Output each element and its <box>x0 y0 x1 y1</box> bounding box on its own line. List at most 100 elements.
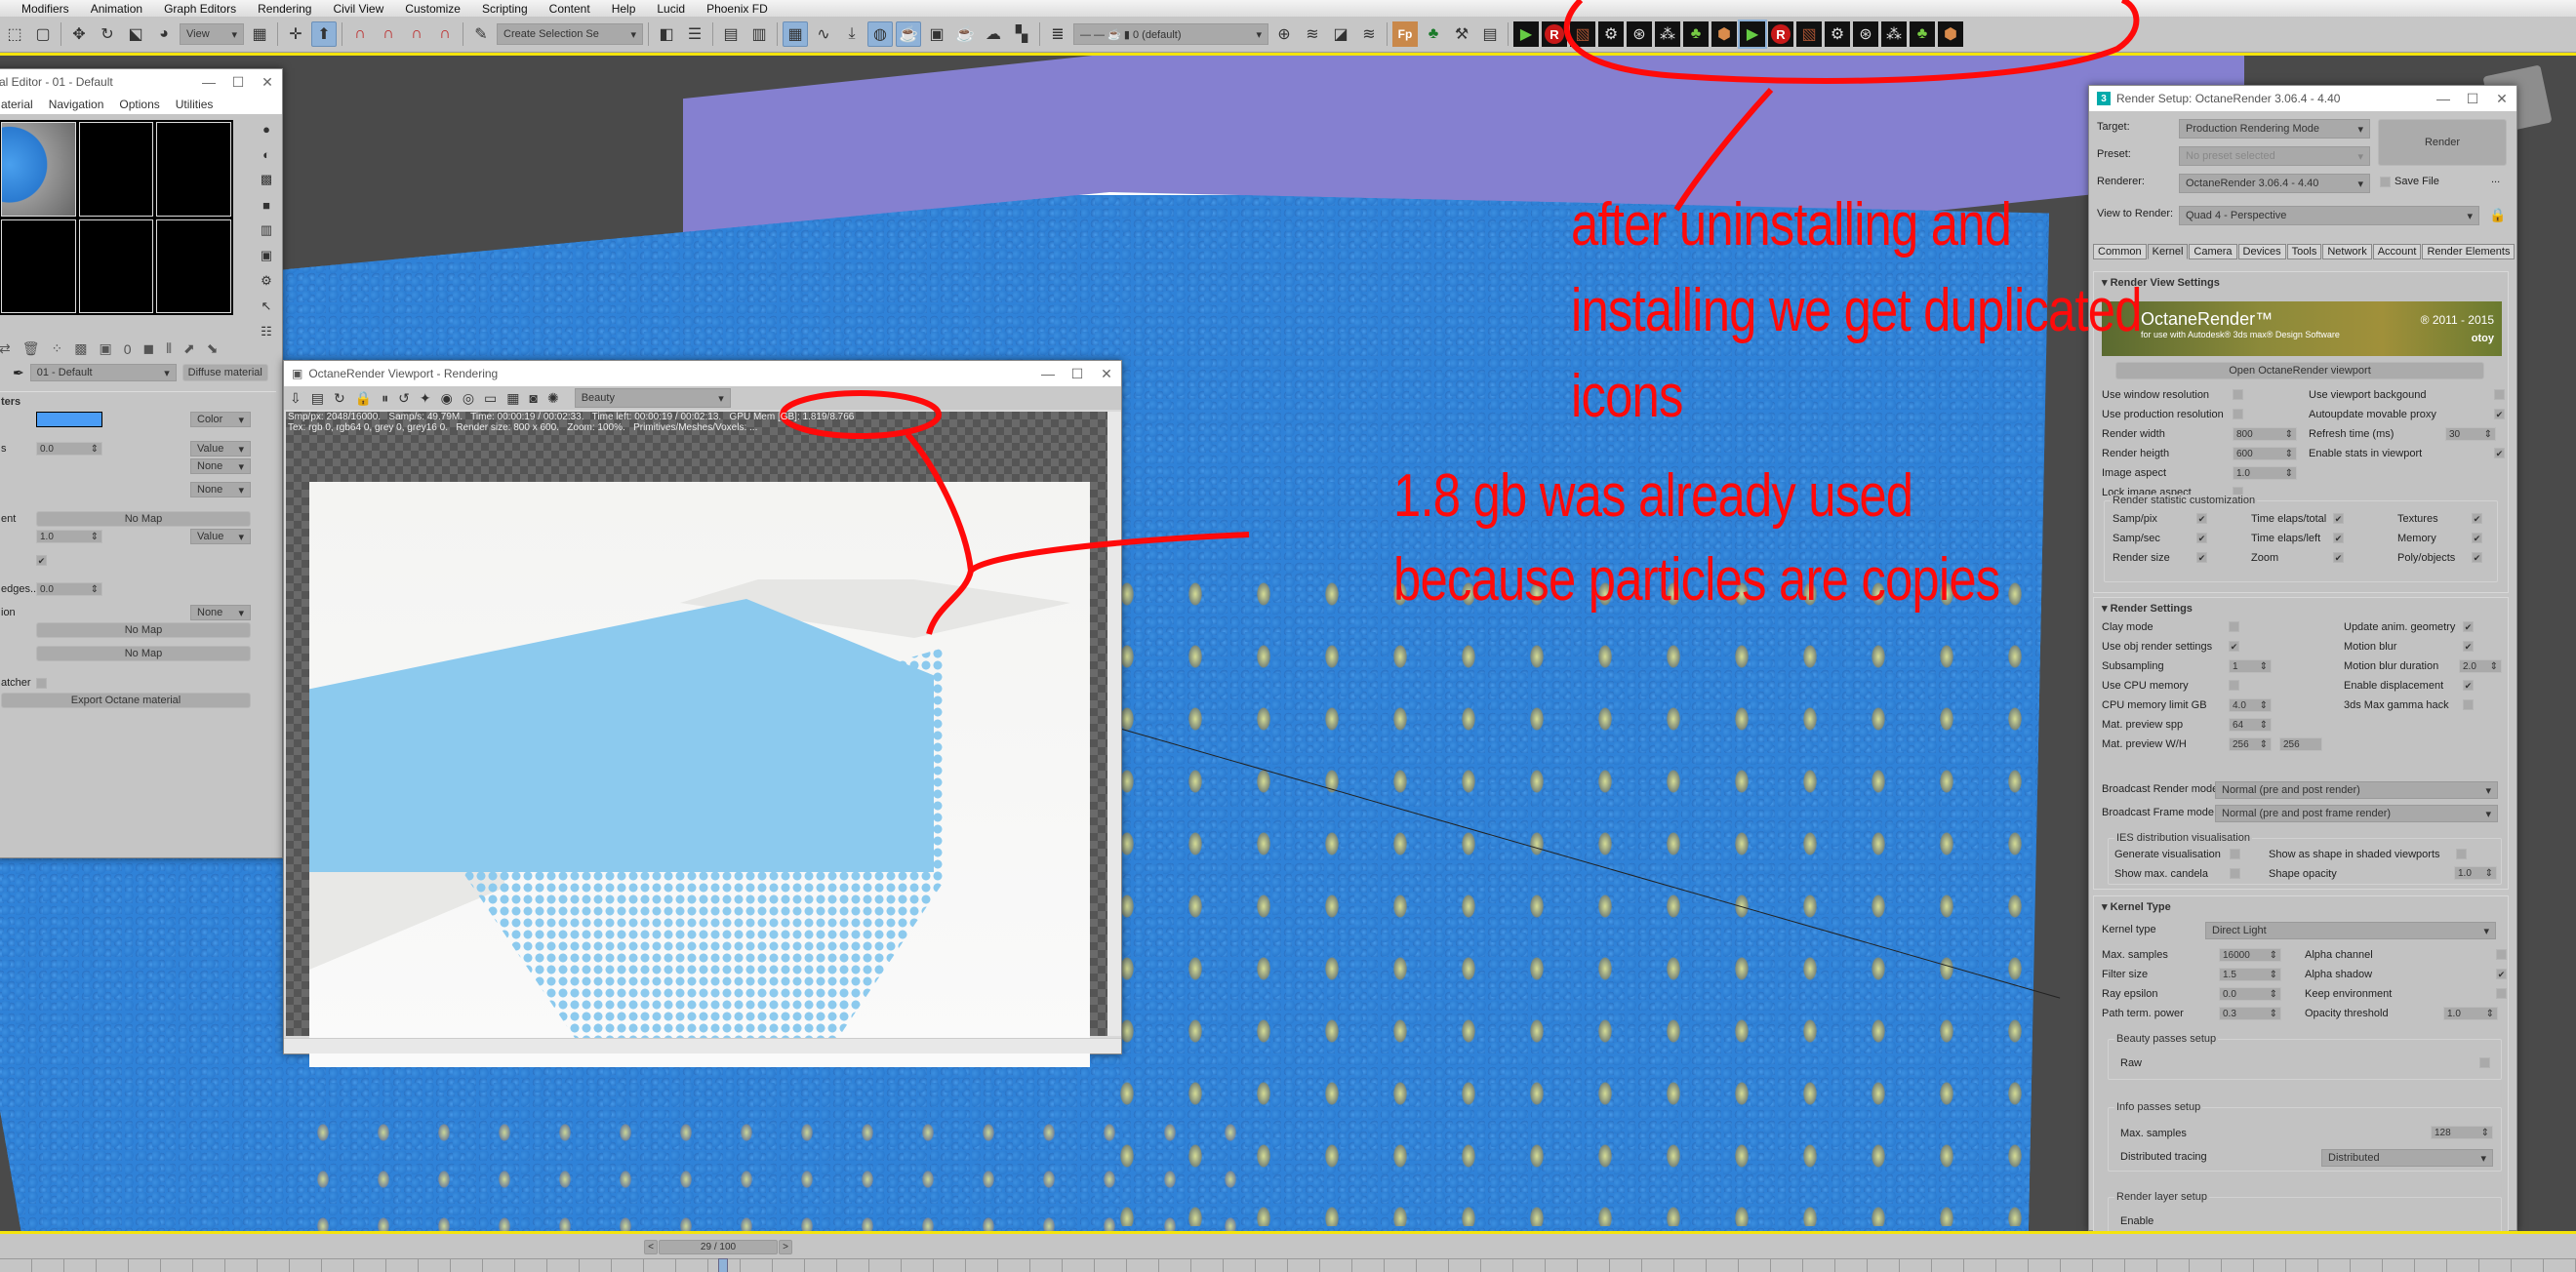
options-icon[interactable]: ⚙ <box>258 272 275 290</box>
sample-slot[interactable] <box>78 122 154 217</box>
mat-preview-spp-spinner[interactable]: 64 ⇕ <box>2229 718 2272 732</box>
stat-option-checkbox[interactable]: ✔ <box>2472 533 2482 543</box>
tab-render-elements[interactable]: Render Elements <box>2422 244 2516 259</box>
menu-civil-view[interactable]: Civil View <box>322 2 394 16</box>
gear-icon[interactable]: ⚙ <box>1825 21 1850 47</box>
broadcast-frame-mode-dropdown[interactable]: Normal (pre and post frame render) ▾ <box>2215 805 2498 822</box>
alpha-shadow-checkbox[interactable]: ✔ <box>2496 969 2507 979</box>
render-shortcuts-icon[interactable]: ▚ <box>1009 21 1034 47</box>
add-to-layer-icon[interactable]: ⊕ <box>1271 21 1297 47</box>
normal-type-dropdown[interactable]: None ▾ <box>190 482 251 497</box>
minimize-icon[interactable]: — <box>194 69 223 95</box>
named-selection-dropdown[interactable]: Create Selection Se ▾ <box>497 23 643 45</box>
stat-option-checkbox[interactable]: ✔ <box>2333 513 2344 524</box>
menu-modifiers[interactable]: Modifiers <box>0 2 80 16</box>
pause-icon[interactable]: ⏸ <box>382 390 388 407</box>
tab-network[interactable]: Network <box>2322 244 2372 259</box>
autoupdate-movable-proxy-checkbox[interactable]: ✔ <box>2494 409 2505 419</box>
sample-slot[interactable] <box>78 219 154 313</box>
rollout-title[interactable]: ters <box>0 392 276 412</box>
render-r-icon[interactable]: R <box>1768 21 1793 47</box>
menu-navigation[interactable]: Navigation <box>49 98 104 111</box>
timeline-playhead[interactable] <box>718 1258 728 1272</box>
rollout-title[interactable]: ▾ Render Settings <box>2094 598 2508 618</box>
octane-viewport-titlebar[interactable]: ▣ OctaneRender Viewport - Rendering — ☐ ✕ <box>284 361 1121 386</box>
scale-icon[interactable]: ⬕ <box>123 21 148 47</box>
clay-mode-checkbox[interactable] <box>2229 621 2239 632</box>
snap-3d-icon[interactable]: ∩ <box>347 21 373 47</box>
render-setup-titlebar[interactable]: 3 Render Setup: OctaneRender 3.06.4 - 4.… <box>2089 86 2516 111</box>
enable-stats-in-viewport-checkbox[interactable]: ✔ <box>2494 448 2505 458</box>
particles-icon[interactable]: ⁂ <box>1881 21 1907 47</box>
lock-icon[interactable]: 🔒 <box>355 390 372 407</box>
globe-gear-icon[interactable]: ⊛ <box>1627 21 1652 47</box>
cube-box-icon[interactable]: ⬢ <box>1711 21 1737 47</box>
target-dropdown[interactable]: Production Rendering Mode ▾ <box>2179 119 2370 139</box>
path-term-power-spinner[interactable]: 0.3 ⇕ <box>2219 1007 2281 1020</box>
roughness-spinner[interactable]: 0.0 ⇕ <box>36 442 102 456</box>
show-as-shape-checkbox[interactable] <box>2456 849 2467 859</box>
menu-help[interactable]: Help <box>601 2 647 16</box>
motion-blur-checkbox[interactable]: ✔ <box>2463 641 2474 652</box>
material-editor-titlebar[interactable]: al Editor - 01 - Default — ☐ ✕ <box>0 69 282 95</box>
render-canvas[interactable] <box>286 412 1117 1067</box>
menu-content[interactable]: Content <box>539 2 601 16</box>
show-shaded-icon[interactable]: ◼ <box>143 340 155 357</box>
medium-map-button[interactable]: No Map <box>36 622 251 638</box>
particles-icon[interactable]: ⁂ <box>1655 21 1680 47</box>
forest-trees-icon[interactable]: ♣ <box>1421 21 1446 47</box>
show-end-result-icon[interactable]: ⫴ <box>166 340 172 357</box>
menu-scripting[interactable]: Scripting <box>471 2 539 16</box>
tab-account[interactable]: Account <box>2372 244 2422 259</box>
pivot-icon[interactable]: ▦ <box>247 21 272 47</box>
rotate-icon[interactable]: ↻ <box>95 21 120 47</box>
stat-option-checkbox[interactable]: ✔ <box>2196 513 2207 524</box>
alpha-channel-checkbox[interactable] <box>2496 949 2507 960</box>
save-file-browse-button[interactable]: ... <box>2491 174 2500 185</box>
globe-gear-icon[interactable]: ⊛ <box>1853 21 1878 47</box>
minimize-icon[interactable]: — <box>1033 361 1063 386</box>
tree-cluster-icon[interactable]: ♣ <box>1683 21 1709 47</box>
restart-icon[interactable]: ↺ <box>398 390 410 407</box>
menu-utilities[interactable]: Utilities <box>176 98 214 111</box>
use-cpu-memory-checkbox[interactable] <box>2229 680 2239 691</box>
angle-snap-icon[interactable]: ∩ <box>376 21 401 47</box>
edit-named-selection-icon[interactable]: ✎ <box>468 21 494 47</box>
make-unique-icon[interactable]: ⁘ <box>52 340 63 357</box>
tree-cluster-icon[interactable]: ♣ <box>1910 21 1935 47</box>
preset-dropdown[interactable]: No preset selected ▾ <box>2179 146 2370 166</box>
refresh-time-ms--spinner[interactable]: 30 ⇕ <box>2445 427 2496 441</box>
frame-indicator[interactable]: 29 / 100 <box>659 1240 778 1254</box>
render-pass-dropdown[interactable]: Beauty ▾ <box>574 388 731 408</box>
close-icon[interactable]: ✕ <box>1092 361 1121 386</box>
keyboard-shortcut-override-icon[interactable]: ⬆ <box>311 21 337 47</box>
3ds-max-gamma-hack-checkbox[interactable] <box>2463 699 2474 710</box>
bump-type-dropdown[interactable]: None ▾ <box>190 458 251 474</box>
cpu-memory-limit-gb-spinner[interactable]: 4.0 ⇕ <box>2229 698 2272 712</box>
stat-option-checkbox[interactable]: ✔ <box>2196 552 2207 563</box>
tools-icon[interactable]: ⚒ <box>1449 21 1474 47</box>
monitor-icon[interactable]: ▭ <box>484 390 497 407</box>
reload-icon[interactable]: ↻ <box>334 390 345 407</box>
stat-option-checkbox[interactable]: ✔ <box>2196 533 2207 543</box>
save-file-checkbox[interactable] <box>2380 176 2391 187</box>
use-production-resolution-checkbox[interactable] <box>2233 409 2243 419</box>
timeline-track[interactable] <box>0 1258 2576 1272</box>
subsampling-spinner[interactable]: 1 ⇕ <box>2229 659 2272 673</box>
broadcast-render-mode-dropdown[interactable]: Normal (pre and post render) ▾ <box>2215 781 2498 799</box>
camera-icon[interactable]: ◙ <box>530 390 538 406</box>
set-current-layer-icon[interactable]: ≋ <box>1356 21 1382 47</box>
prev-frame-button[interactable]: < <box>644 1240 658 1254</box>
material-name-dropdown[interactable]: 01 - Default ▾ <box>29 364 177 381</box>
maximize-icon[interactable]: ☐ <box>223 69 253 95</box>
tab-devices[interactable]: Devices <box>2237 244 2286 259</box>
settings-icon[interactable]: ✺ <box>547 390 559 407</box>
shape-opacity-spinner[interactable]: 1.0 ⇕ <box>2454 866 2497 880</box>
put-to-library-icon[interactable]: ▩ <box>74 340 87 357</box>
displacement-map-button[interactable]: No Map <box>36 511 251 527</box>
delete-icon[interactable]: 🗑 <box>22 340 40 357</box>
diffuse-color-swatch[interactable] <box>36 412 102 427</box>
tab-kernel[interactable]: Kernel <box>2147 244 2189 259</box>
forest-pack-fp-icon[interactable]: Fp <box>1392 21 1418 47</box>
color-picker-icon[interactable]: ◉ <box>441 390 453 407</box>
